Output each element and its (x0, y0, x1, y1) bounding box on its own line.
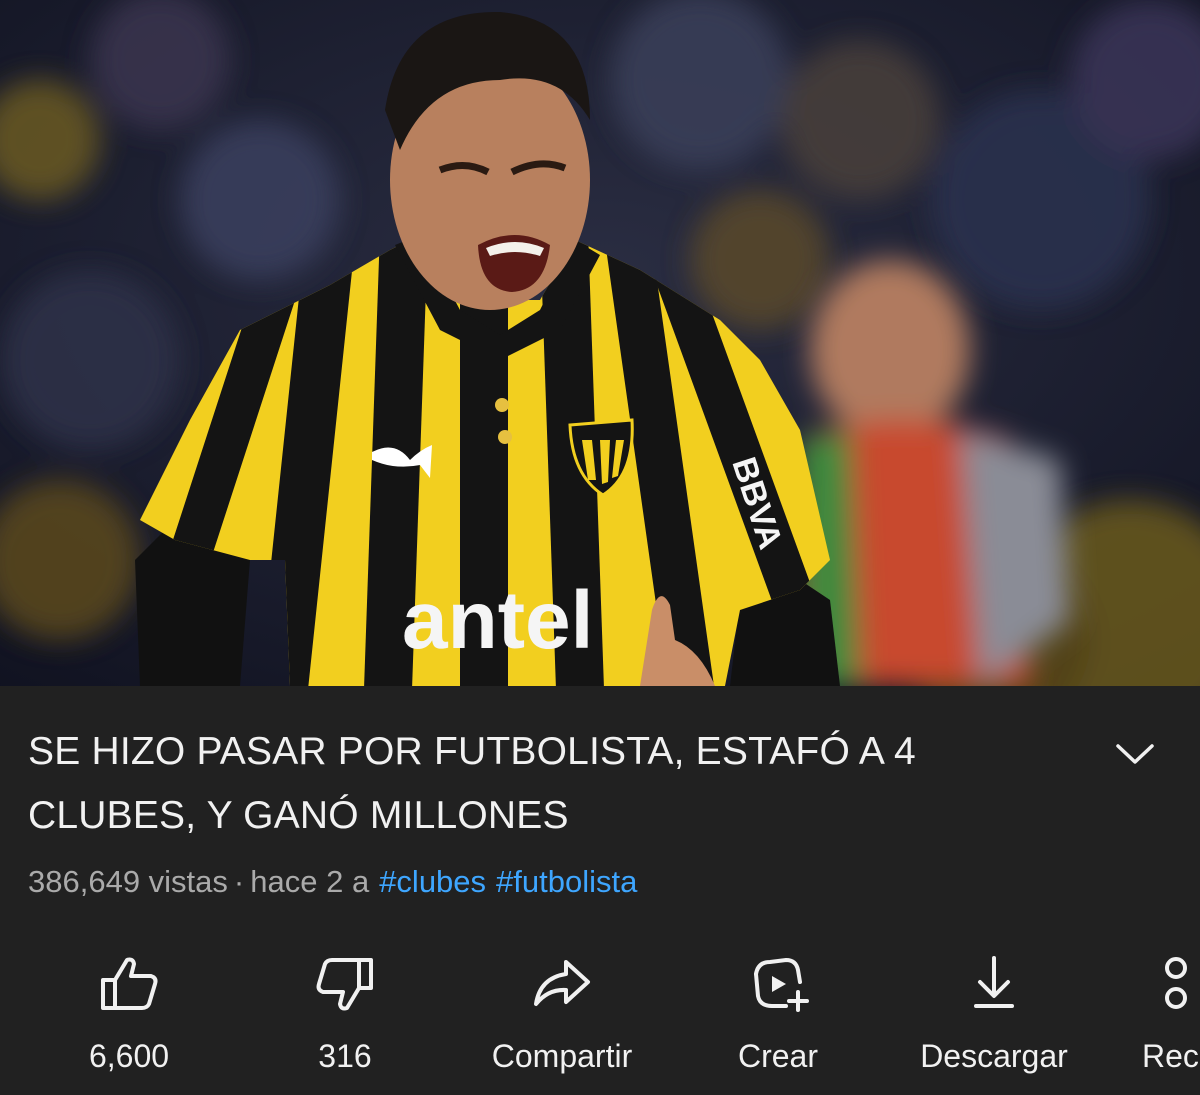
youtube-watch-page: antel BBVA SE HIZO PASAR POR FUTBOLISTA,… (0, 0, 1200, 1095)
like-button[interactable]: 6,600 (29, 944, 229, 1094)
remix-label: Rec (1142, 1038, 1199, 1074)
video-title[interactable]: SE HIZO PASAR POR FUTBOLISTA, ESTAFÓ A 4… (28, 720, 1088, 848)
share-label: Compartir (491, 1038, 633, 1074)
share-button[interactable]: Compartir (462, 944, 662, 1094)
thumbnail-sponsor-text: antel (402, 575, 593, 666)
video-thumbnail: antel BBVA (0, 0, 1200, 686)
video-metadata: 386,649 vistas · hace 2 a #clubes #futbolist… (28, 862, 637, 902)
thumbs-up-icon (101, 957, 158, 1010)
thumbs-down-icon (316, 958, 373, 1011)
hashtag-clubes[interactable]: #clubes (379, 864, 486, 899)
share-arrow-icon (534, 960, 590, 1006)
action-bar: 6,600 316 Compartir Crear Descargar Rec (0, 944, 1200, 1094)
chevron-down-icon (1116, 744, 1154, 764)
create-button[interactable]: Crear (678, 944, 878, 1094)
dislike-button[interactable]: 316 (245, 944, 445, 1094)
dislike-count: 316 (318, 1038, 372, 1074)
download-label: Descargar (920, 1038, 1068, 1074)
view-count: 386,649 vistas (28, 864, 228, 899)
create-sparkle-icon (754, 957, 809, 1012)
hashtag-futbolista[interactable]: #futbolista (496, 864, 637, 899)
download-button[interactable]: Descargar (894, 944, 1094, 1094)
create-label: Crear (737, 1038, 818, 1074)
meta-separator: · (233, 864, 245, 899)
video-player[interactable]: antel BBVA (0, 0, 1200, 686)
upload-age: hace 2 a (250, 864, 370, 899)
remix-button[interactable]: Rec (1106, 944, 1200, 1094)
video-info-panel: SE HIZO PASAR POR FUTBOLISTA, ESTAFÓ A 4… (0, 686, 1200, 1095)
remix-icon (1165, 957, 1187, 1009)
download-icon (974, 956, 1014, 1008)
expand-description-button[interactable] (1110, 734, 1160, 770)
like-count: 6,600 (88, 1038, 170, 1074)
